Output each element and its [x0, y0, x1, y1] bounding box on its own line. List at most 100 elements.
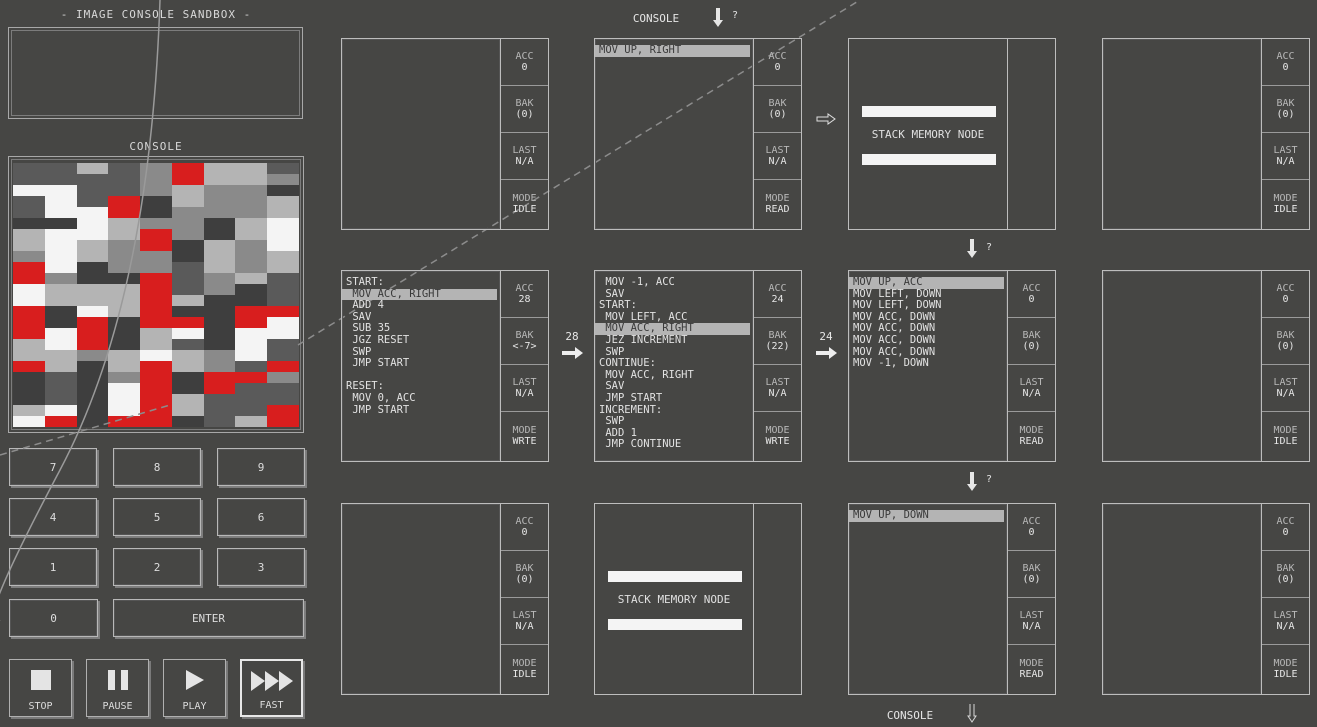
- code-editor[interactable]: [341, 503, 501, 695]
- register-mode: MODE READ: [1008, 645, 1055, 692]
- register-mode-label: MODE: [765, 424, 790, 436]
- register-last-label: LAST: [512, 610, 537, 621]
- register-bak: BAK (0): [1008, 551, 1055, 598]
- register-acc-label: ACC: [768, 51, 787, 62]
- code-line: MOV UP, RIGHT: [595, 44, 750, 57]
- register-mode-label: MODE: [1019, 657, 1044, 669]
- register-acc-label: ACC: [768, 283, 787, 294]
- register-bak: BAK (0): [1262, 318, 1309, 365]
- right-arrow-outline-icon: [816, 110, 836, 129]
- code-line: START:: [346, 276, 384, 288]
- code-editor[interactable]: START: MOV ACC, RIGHT ADD 4 SAV SUB 35 J…: [341, 270, 501, 462]
- register-last-label: LAST: [1273, 145, 1298, 156]
- register-acc-value: 0: [521, 527, 528, 538]
- register-mode-label: MODE: [1019, 424, 1044, 436]
- register-bak: BAK (0): [1008, 318, 1055, 365]
- register-panel: ACC 28 BAK <-7> LAST N/A MODE WRTE: [500, 270, 549, 462]
- register-mode: MODE IDLE: [1262, 412, 1309, 459]
- register-bak: BAK <-7>: [501, 318, 548, 365]
- register-panel: ACC 0 BAK (0) LAST N/A MODE IDLE: [500, 38, 549, 230]
- register-bak: BAK (22): [754, 318, 801, 365]
- register-last-label: LAST: [512, 145, 537, 156]
- register-mode-value: IDLE: [1273, 435, 1298, 447]
- port-value-right: 24: [819, 330, 833, 343]
- code-editor[interactable]: MOV UP, ACC MOV LEFT, DOWN MOV LEFT, DOWN M…: [848, 270, 1008, 462]
- code-editor[interactable]: [1102, 38, 1262, 230]
- register-last: LAST N/A: [1262, 365, 1309, 412]
- code-editor[interactable]: [341, 38, 501, 230]
- register-panel: ACC 0 BAK (0) LAST N/A MODE READ: [1007, 270, 1056, 462]
- port-question-mark: ?: [986, 242, 993, 253]
- code-line: JEZ INCREMENT: [599, 333, 688, 346]
- register-bak-label: BAK: [768, 330, 787, 341]
- stack-memory-node: STACK MEMORY NODE: [594, 503, 802, 695]
- register-last-value: N/A: [515, 621, 534, 632]
- register-last-label: LAST: [1019, 610, 1044, 621]
- register-bak-value: <-7>: [512, 341, 537, 352]
- register-bak-value: (0): [515, 574, 534, 585]
- register-mode: MODE IDLE: [1262, 645, 1309, 692]
- register-acc: ACC 0: [501, 504, 548, 551]
- port-question-mark: ?: [986, 474, 993, 485]
- register-acc: ACC 0: [1008, 504, 1055, 551]
- right-arrow-icon: [816, 344, 838, 363]
- top-console-label: CONSOLE: [632, 12, 680, 25]
- code-editor[interactable]: [1102, 270, 1262, 462]
- register-last-label: LAST: [1273, 610, 1298, 621]
- register-last-value: N/A: [1276, 156, 1295, 167]
- register-last: LAST N/A: [754, 365, 801, 412]
- register-bak-value: (0): [1276, 341, 1295, 352]
- register-bak-label: BAK: [1276, 563, 1295, 574]
- register-last-value: N/A: [515, 388, 534, 399]
- register-mode-value: WRTE: [765, 435, 790, 447]
- register-mode-label: MODE: [1273, 424, 1298, 436]
- register-mode: MODE WRTE: [754, 412, 801, 459]
- register-acc-value: 0: [774, 62, 781, 73]
- register-last-label: LAST: [765, 377, 790, 388]
- register-bak-value: (0): [1276, 574, 1295, 585]
- code-editor[interactable]: MOV -1, ACC SAV START: MOV LEFT, ACC MOV …: [594, 270, 754, 462]
- code-line: MOV -1, ACC: [599, 276, 675, 288]
- register-bak-label: BAK: [515, 563, 534, 574]
- register-acc: ACC 0: [501, 39, 548, 86]
- code-editor[interactable]: MOV UP, DOWN: [848, 503, 1008, 695]
- code-editor[interactable]: [1102, 503, 1262, 695]
- register-mode-label: MODE: [512, 192, 537, 204]
- register-mode-value: READ: [765, 203, 790, 215]
- register-acc-label: ACC: [1022, 283, 1041, 294]
- port-value-left: 28: [565, 330, 579, 343]
- register-mode-value: IDLE: [1273, 668, 1298, 680]
- stack-node-label: STACK MEMORY NODE: [617, 593, 731, 606]
- register-panel: ACC 0 BAK (0) LAST N/A MODE IDLE: [1261, 503, 1310, 695]
- down-arrow-outline-icon: [967, 704, 977, 727]
- register-acc-value: 0: [1028, 294, 1035, 305]
- code-line: SWP: [599, 415, 625, 428]
- register-last-value: N/A: [1022, 621, 1041, 632]
- register-bak: BAK (0): [501, 551, 548, 598]
- register-last-label: LAST: [1019, 377, 1044, 388]
- register-panel: ACC 0 BAK (0) LAST N/A MODE IDLE: [1261, 270, 1310, 462]
- exec-node-r1c2: MOV UP, ACC MOV LEFT, DOWN MOV LEFT, DOWN M…: [848, 270, 1056, 462]
- code-line: MOV ACC, DOWN: [853, 333, 936, 346]
- register-acc-value: 0: [521, 62, 528, 73]
- exec-node-r1c0: START: MOV ACC, RIGHT ADD 4 SAV SUB 35 J…: [341, 270, 549, 462]
- register-bak: BAK (0): [1262, 551, 1309, 598]
- exec-node-r0c3: ACC 0 BAK (0) LAST N/A MODE IDLE: [1102, 38, 1310, 230]
- bottom-console-label: CONSOLE: [886, 709, 934, 722]
- register-last-value: N/A: [1022, 388, 1041, 399]
- register-last: LAST N/A: [1008, 365, 1055, 412]
- register-last-value: N/A: [768, 388, 787, 399]
- register-acc-label: ACC: [1022, 516, 1041, 527]
- register-last: LAST N/A: [754, 133, 801, 180]
- register-mode: MODE IDLE: [501, 180, 548, 227]
- down-arrow-icon: [967, 472, 977, 496]
- code-editor[interactable]: MOV UP, RIGHT: [594, 38, 754, 230]
- register-mode-label: MODE: [512, 424, 537, 436]
- register-bak-label: BAK: [1022, 563, 1041, 574]
- exec-node-r0c0: ACC 0 BAK (0) LAST N/A MODE IDLE: [341, 38, 549, 230]
- exec-node-r2c2: MOV UP, DOWN ACC 0 BAK (0) LAST N/A MODE READ: [848, 503, 1056, 695]
- register-bak: BAK (0): [501, 86, 548, 133]
- exec-node-r0c1: MOV UP, RIGHT ACC 0 BAK (0) LAST N/A MODE READ: [594, 38, 802, 230]
- code-line: JMP START: [346, 403, 410, 416]
- register-mode: MODE READ: [1008, 412, 1055, 459]
